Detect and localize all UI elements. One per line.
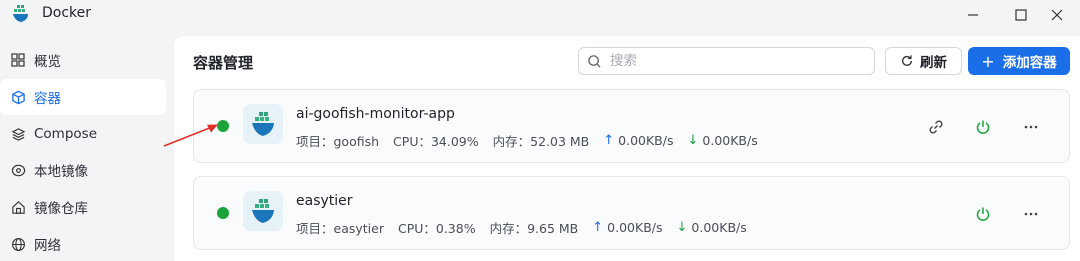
power-button[interactable] [971,202,995,226]
container-card[interactable]: ai-goofish-monitor-app 项目：goofish CPU：34… [193,89,1070,163]
download-arrow-icon: ↓ [676,220,688,235]
cube-icon [10,89,26,105]
container-logo-icon [243,191,283,231]
add-container-label: 添加容器 [1002,55,1057,71]
container-download-rate: 0.00KB/s [691,220,747,235]
sidebar-item-label: 容器 [34,91,61,107]
main-panel: 容器管理 刷新 + 添加容器 ai-goofish-monitor-app 项目… [174,36,1080,261]
upload-arrow-icon: ↑ [592,220,604,235]
more-icon [1024,212,1038,216]
container-cpu: CPU：34.09% [393,134,479,149]
minimize-button[interactable] [950,0,996,30]
container-cpu: CPU：0.38% [397,221,476,236]
sidebar-item-compose[interactable]: Compose [0,116,166,152]
power-button[interactable] [971,115,995,139]
running-status-icon [217,120,229,132]
power-icon [976,120,990,134]
refresh-label: 刷新 [920,55,947,71]
sidebar-item-network[interactable]: 网络 [0,226,166,261]
search-box[interactable] [578,47,875,75]
container-name: ai-goofish-monitor-app [296,106,455,122]
minimize-icon [968,14,978,16]
download-arrow-icon: ↓ [687,133,699,148]
add-container-button[interactable]: + 添加容器 [968,47,1070,75]
more-icon [1024,125,1038,129]
sidebar-item-containers[interactable]: 容器 [0,79,166,115]
disc-icon [10,162,26,178]
docker-logo-icon [13,5,28,22]
sidebar-item-local-images[interactable]: 本地镜像 [0,152,166,188]
running-status-icon [217,207,229,219]
container-upload-rate: 0.00KB/s [618,133,674,148]
container-upload-rate: 0.00KB/s [607,220,663,235]
sidebar-item-label: 网络 [34,238,61,254]
sidebar-item-label: 镜像仓库 [34,201,88,217]
layers-icon [10,126,26,142]
upload-arrow-icon: ↑ [603,133,615,148]
container-download-rate: 0.00KB/s [702,133,758,148]
sidebar-item-label: 本地镜像 [34,164,88,180]
plus-icon: + [981,51,995,71]
grid-icon [10,52,26,68]
search-input[interactable] [610,53,850,69]
refresh-icon [901,55,913,66]
search-icon [588,54,601,68]
title-bar: Docker [0,0,1080,30]
container-card[interactable]: easytier 项目：easytier CPU：0.38% 内存：9.65 M… [193,176,1070,250]
container-memory: 内存：52.03 MB [492,134,590,149]
close-icon [1051,9,1063,21]
sidebar-item-label: 概览 [34,54,61,70]
container-project: 项目：easytier [296,221,384,236]
container-project: 项目：goofish [296,134,380,149]
maximize-icon [1015,9,1027,21]
sidebar-item-registry[interactable]: 镜像仓库 [0,189,166,225]
close-button[interactable] [1034,0,1080,30]
globe-icon [10,236,26,252]
home-icon [10,199,26,215]
sidebar-item-label: Compose [34,126,98,142]
sidebar-item-overview[interactable]: 概览 [0,42,166,78]
container-memory: 内存：9.65 MB [489,221,579,236]
window-title: Docker [42,5,92,21]
more-button[interactable] [1019,115,1043,139]
refresh-button[interactable]: 刷新 [885,47,962,75]
power-icon [976,207,990,221]
container-meta: 项目：easytier CPU：0.38% 内存：9.65 MB ↑ 0.00K… [296,218,761,237]
open-link-button[interactable] [924,115,948,139]
container-meta: 项目：goofish CPU：34.09% 内存：52.03 MB ↑ 0.00… [296,131,772,150]
link-icon [929,120,943,134]
container-name: easytier [296,193,353,209]
page-title: 容器管理 [193,54,254,72]
more-button[interactable] [1019,202,1043,226]
container-logo-icon [243,104,283,144]
